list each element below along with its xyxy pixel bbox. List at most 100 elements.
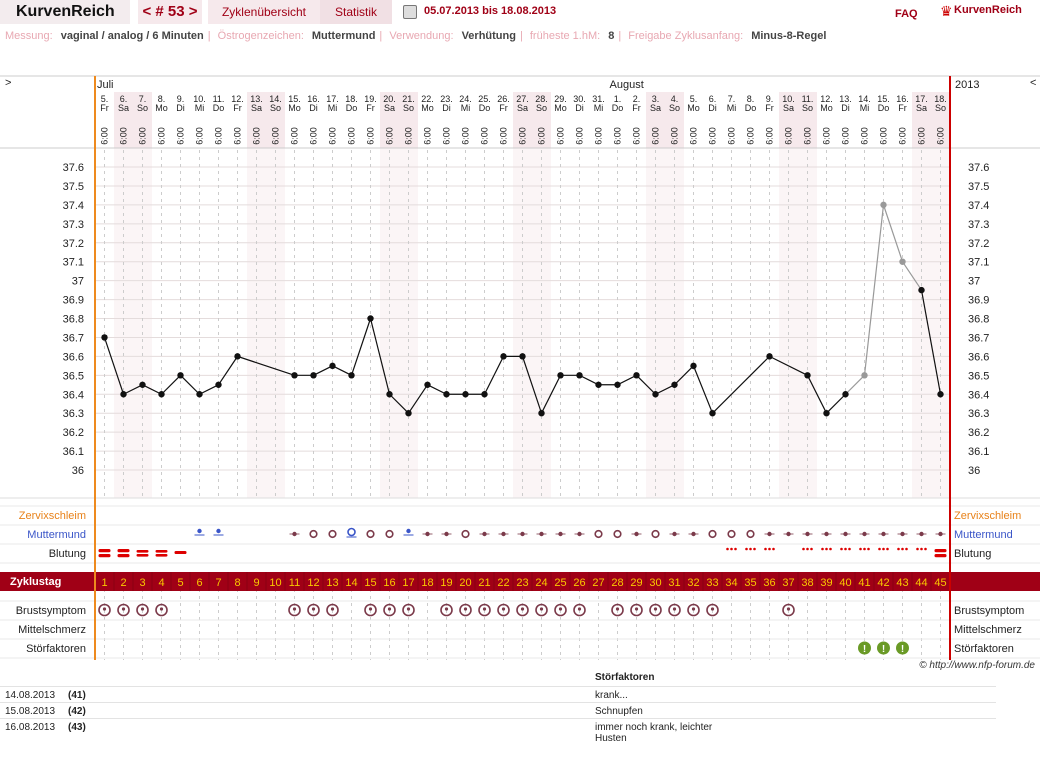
temperature-segment — [863, 204, 885, 376]
time-label: 6:00 — [442, 127, 452, 145]
time-label: 6:00 — [100, 127, 110, 145]
row-label-right-mm: Muttermund — [954, 529, 1013, 541]
cycle-switcher[interactable]: < # 53 > — [138, 0, 202, 24]
time-label: 6:00 — [290, 127, 300, 145]
time-label: 6:00 — [537, 127, 547, 145]
breast-symptom-icon-dot — [558, 607, 563, 611]
breast-symptom-icon-dot — [501, 607, 506, 611]
y-tick-right: 36 — [968, 465, 980, 477]
breast-symptom-icon-dot — [387, 607, 392, 611]
weekday-label: Mi — [195, 103, 205, 113]
row-label-right-stoer: Störfaktoren — [954, 643, 1014, 655]
brand-tab[interactable]: KurvenReich — [0, 0, 130, 24]
cycle-day-number: 23 — [516, 577, 528, 589]
muttermund-open-symbol — [746, 529, 755, 539]
weekday-label: Fr — [366, 103, 375, 113]
cycle-day-number: 6 — [196, 577, 202, 589]
time-label: 6:00 — [708, 127, 718, 145]
time-label: 6:00 — [803, 127, 813, 145]
breast-symptom-icon-dot — [140, 607, 145, 611]
cycle-day-number: 36 — [763, 577, 775, 589]
cycle-day-number: 13 — [326, 577, 338, 589]
temperature-point — [633, 372, 640, 379]
cycle-day-number: 38 — [801, 577, 813, 589]
muttermund-open-symbol — [385, 529, 394, 539]
bleeding-medium-symbol — [136, 554, 149, 557]
row-label-right-blut: Blutung — [954, 548, 991, 560]
info-value: Muttermund — [311, 30, 376, 42]
y-tick-right: 36.6 — [968, 351, 989, 363]
muttermund-open-symbol — [366, 529, 375, 539]
weekday-label: So — [669, 103, 680, 113]
weekday-label: Do — [745, 103, 757, 113]
y-tick-right: 36.2 — [968, 427, 989, 439]
printer-icon[interactable] — [403, 5, 417, 19]
temperature-point — [291, 372, 298, 379]
cycle-day-number: 14 — [345, 577, 357, 589]
bleeding-spotting-symbol — [924, 547, 927, 551]
cycle-day-number: 37 — [782, 577, 794, 589]
temperature-point — [538, 409, 545, 417]
bleeding-spotting-symbol — [905, 547, 908, 551]
weekday-label: Di — [708, 103, 717, 113]
tab-cycle-overview[interactable]: Zyklenübersicht — [208, 0, 320, 24]
breast-symptom-icon-dot — [444, 607, 449, 611]
breast-symptom-icon-dot — [406, 607, 411, 611]
y-tick-left: 36.3 — [63, 408, 84, 420]
weekday-label: So — [935, 103, 946, 113]
y-tick-right: 37.1 — [968, 257, 989, 269]
weekday-label: Mi — [860, 103, 870, 113]
note-text: krank... — [595, 690, 628, 701]
bleeding-spotting-symbol — [745, 547, 748, 551]
copyright: © http://www.nfp-forum.de — [919, 660, 1035, 671]
time-label: 6:00 — [689, 127, 699, 145]
cycle-day-number: 29 — [630, 577, 642, 589]
muttermund-dot-symbol — [216, 528, 221, 534]
weekday-label: Do — [878, 103, 890, 113]
breast-symptom-icon-dot — [710, 607, 715, 611]
cycle-day-number: 22 — [497, 577, 509, 589]
bleeding-medium-symbol — [155, 550, 168, 553]
time-label: 6:00 — [651, 127, 661, 145]
cycle-day-number: 10 — [269, 577, 281, 589]
faq-link[interactable]: FAQ — [895, 8, 918, 20]
time-label: 6:00 — [613, 127, 623, 145]
time-label: 6:00 — [138, 127, 148, 145]
time-label: 6:00 — [499, 127, 509, 145]
weekday-label: Di — [442, 103, 451, 113]
y-tick-right: 37.2 — [968, 238, 989, 250]
breast-symptom-icon-dot — [786, 607, 791, 611]
temperature-point — [101, 334, 108, 341]
note-cycle: (42) — [68, 706, 86, 717]
y-tick-right: 36.4 — [968, 389, 989, 401]
bleeding-spotting-symbol — [848, 547, 851, 551]
note-date: 16.08.2013 — [5, 722, 56, 733]
cycle-day-number: 1 — [101, 577, 107, 589]
time-label: 6:00 — [746, 127, 756, 145]
muttermund-dot-symbol — [197, 528, 202, 534]
cycle-day-number: 24 — [535, 577, 547, 589]
time-label: 6:00 — [157, 127, 167, 145]
y-tick-left: 37 — [72, 276, 84, 288]
temperature-point — [709, 409, 716, 417]
row-label-zervix: Zervixschleim — [19, 510, 86, 522]
temperature-point — [576, 372, 583, 379]
temperature-segment — [845, 374, 865, 395]
bleeding-spotting-symbol — [749, 547, 752, 551]
tab-statistics[interactable]: Statistik — [320, 0, 392, 24]
weekday-label: So — [802, 103, 813, 113]
cycle-day-number: 42 — [877, 577, 889, 589]
time-label: 6:00 — [594, 127, 604, 145]
y-tick-left: 36.4 — [63, 389, 84, 401]
time-label: 6:00 — [860, 127, 870, 145]
temperature-point — [329, 362, 336, 370]
bleeding-spotting-symbol — [726, 547, 729, 551]
y-tick-right: 37.6 — [968, 162, 989, 174]
logo-text[interactable]: KurvenReich — [954, 4, 1022, 16]
weekday-label: Do — [612, 103, 624, 113]
time-label: 6:00 — [423, 127, 433, 145]
cycle-day-number: 34 — [725, 577, 737, 589]
weekday-label: Sa — [650, 103, 661, 113]
breast-symptom-icon-dot — [653, 607, 658, 611]
bleeding-spotting-symbol — [810, 547, 813, 551]
